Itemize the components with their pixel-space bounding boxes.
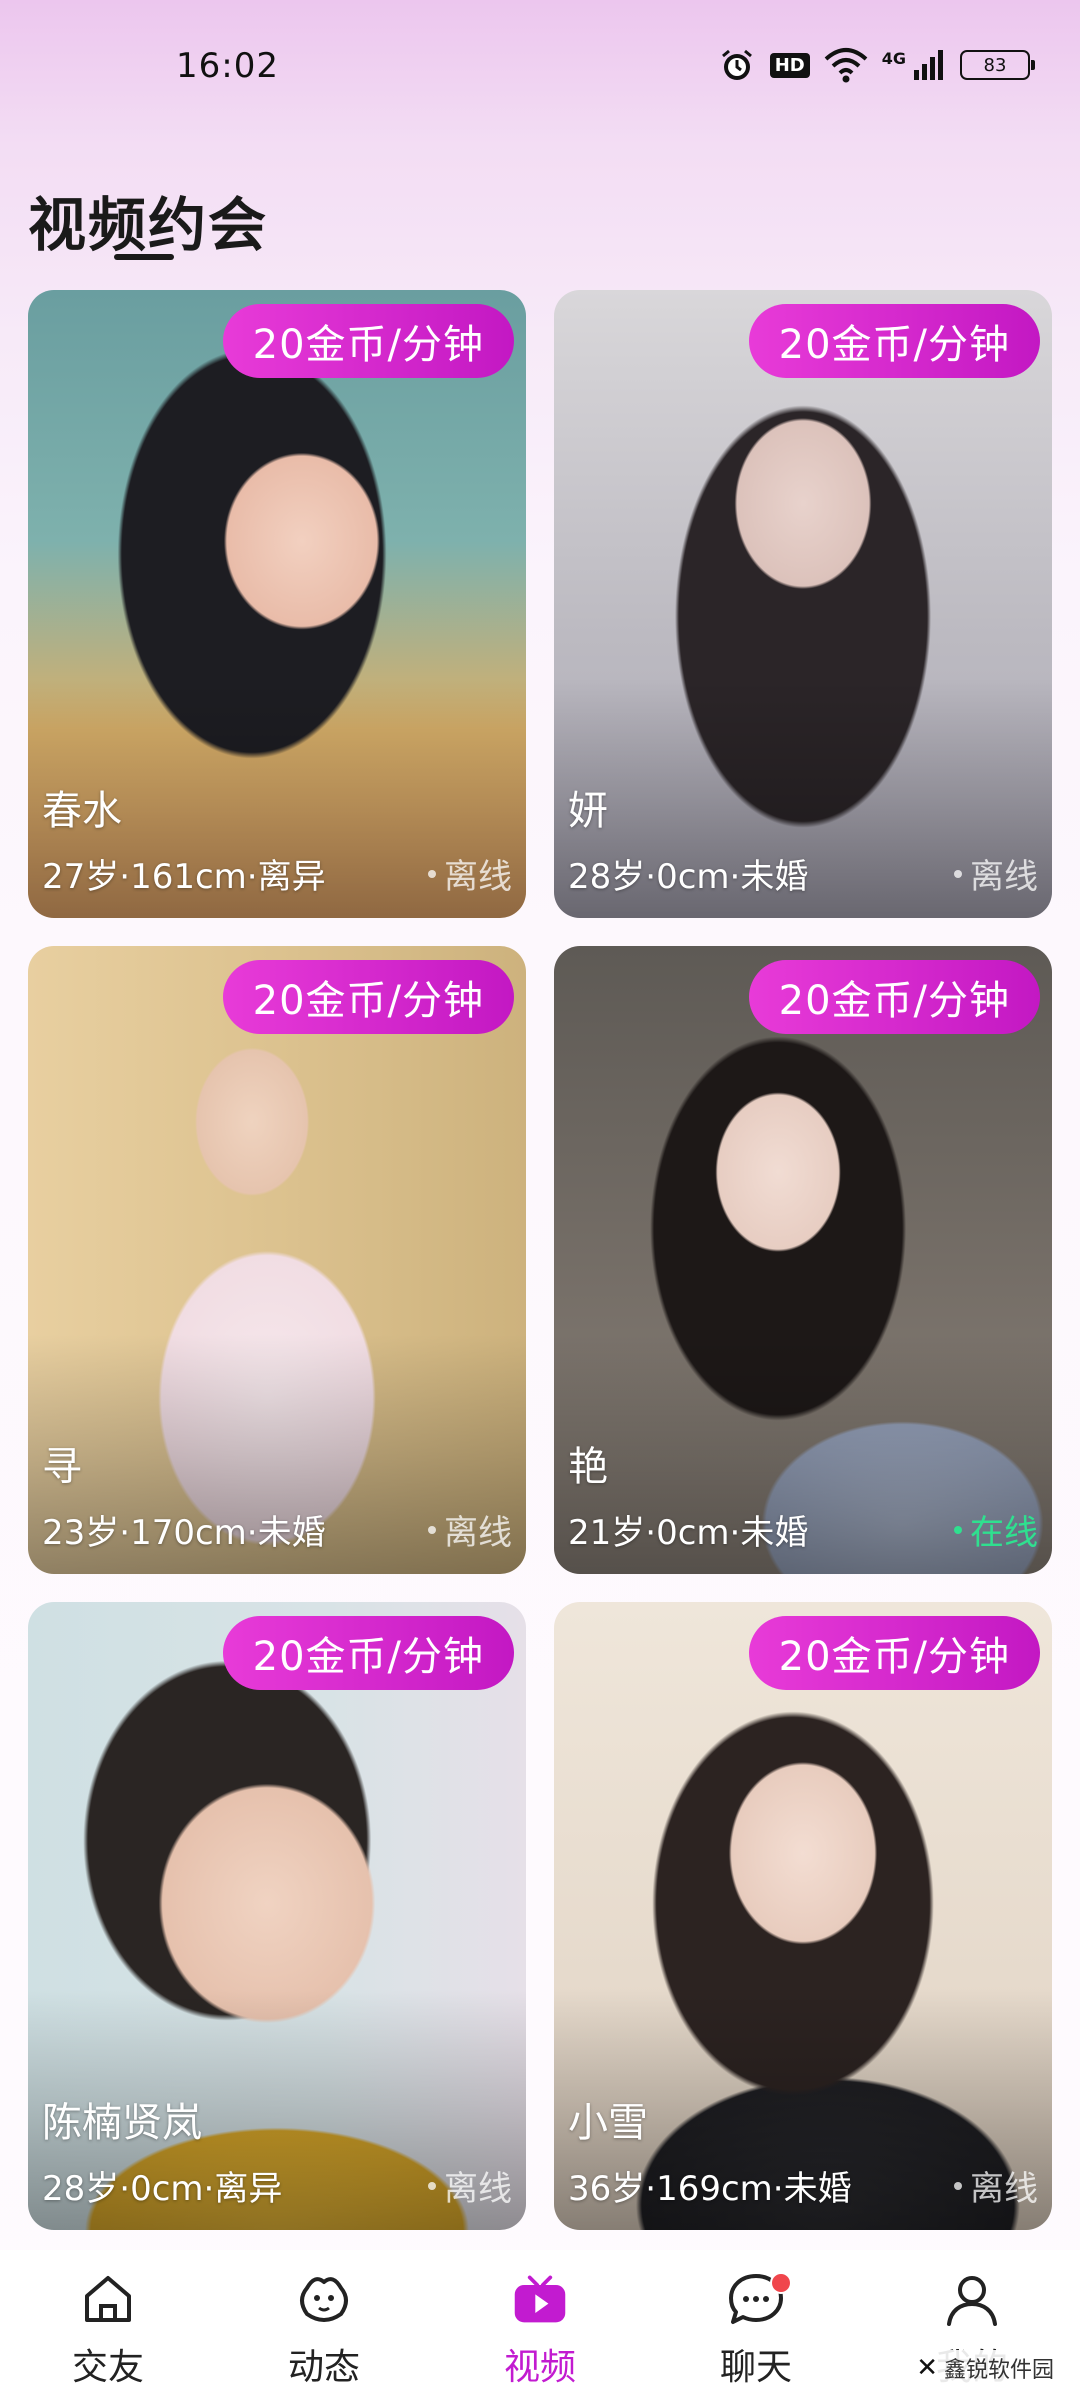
wifi-icon [824,47,868,83]
status-indicator: 在线 [954,1505,1038,1554]
card-name: 妍 [568,788,608,834]
status-dot-icon [954,1525,962,1534]
status-label: 离线 [444,1513,512,1553]
moments-icon [295,2270,353,2328]
watermark-text: 鑫锐软件园 [943,2358,1054,2383]
status-time: 16:02 [176,46,279,86]
signal-icon [912,48,946,82]
nav-item-chat[interactable]: 聊天 [648,2250,864,2400]
page-title: 视频约会 [28,191,269,259]
status-indicator: 离线 [428,849,512,898]
status-label: 离线 [444,857,512,897]
profile-icon [943,2270,1001,2328]
card-info: 28岁·0cm·未婚 [568,857,809,897]
video-card[interactable]: 20金币/分钟 小雪 36岁·169cm·未婚 离线 [554,1602,1052,2230]
price-badge: 20金币/分钟 [748,1616,1040,1690]
status-indicator: 离线 [428,1505,512,1554]
nav-label: 聊天 [719,2347,792,2388]
status-indicator: 离线 [954,2161,1038,2210]
status-dot-icon [428,2181,436,2190]
status-icons: HD 4G 83 [718,46,1035,84]
video-icon [511,2270,569,2328]
status-indicator: 离线 [428,2161,512,2210]
nav-item-moments[interactable]: 动态 [216,2250,432,2400]
status-dot-icon [428,1525,436,1534]
card-name: 艳 [568,1444,608,1490]
card-name: 寻 [42,1444,82,1490]
card-name: 小雪 [568,2100,648,2146]
status-label: 离线 [970,857,1038,897]
status-label: 在线 [970,1513,1038,1553]
hd-icon: HD [769,52,810,78]
card-info: 27岁·161cm·离异 [42,857,326,897]
video-card[interactable]: 20金币/分钟 春水 27岁·161cm·离异 离线 [28,290,526,918]
nav-label: 视频 [503,2347,576,2388]
price-badge: 20金币/分钟 [222,960,514,1034]
watermark-logo-icon: ✕ [916,2353,938,2383]
status-dot-icon [954,869,962,878]
video-card[interactable]: 20金币/分钟 寻 23岁·170cm·未婚 离线 [28,946,526,1574]
notification-dot [770,2272,792,2294]
status-dot-icon [428,869,436,878]
card-name: 陈楠贤岚 [42,2100,202,2146]
nav-label: 动态 [287,2347,360,2388]
status-bar: 16:02 HD 4G 83 [0,0,1080,140]
status-indicator: 离线 [954,849,1038,898]
video-dating-screen: 16:02 HD 4G 83 视频约会 20金币/分钟 春水 27岁·161cm… [0,0,1080,2400]
price-badge: 20金币/分钟 [748,960,1040,1034]
status-label: 离线 [970,2169,1038,2209]
home-icon [79,2270,137,2328]
video-card[interactable]: 20金币/分钟 陈楠贤岚 28岁·0cm·离异 离线 [28,1602,526,2230]
price-badge: 20金币/分钟 [222,1616,514,1690]
card-name: 春水 [42,788,122,834]
price-badge: 20金币/分钟 [748,304,1040,378]
status-label: 离线 [444,2169,512,2209]
battery-icon: 83 [960,50,1035,80]
card-info: 23岁·170cm·未婚 [42,1513,326,1553]
card-info: 36岁·169cm·未婚 [568,2169,852,2209]
title-underline [114,254,174,260]
battery-level: 83 [983,54,1007,76]
alarm-icon [718,46,756,84]
card-info: 28岁·0cm·离异 [42,2169,283,2209]
watermark: ✕ 鑫锐软件园 [910,2350,1060,2386]
nav-label: 交友 [71,2347,144,2388]
network-type: 4G [881,48,906,68]
nav-item-friends[interactable]: 交友 [0,2250,216,2400]
card-info: 21岁·0cm·未婚 [568,1513,809,1553]
nav-item-video[interactable]: 视频 [432,2250,648,2400]
video-card[interactable]: 20金币/分钟 妍 28岁·0cm·未婚 离线 [554,290,1052,918]
status-dot-icon [954,2181,962,2190]
price-badge: 20金币/分钟 [222,304,514,378]
video-card[interactable]: 20金币/分钟 艳 21岁·0cm·未婚 在线 [554,946,1052,1574]
